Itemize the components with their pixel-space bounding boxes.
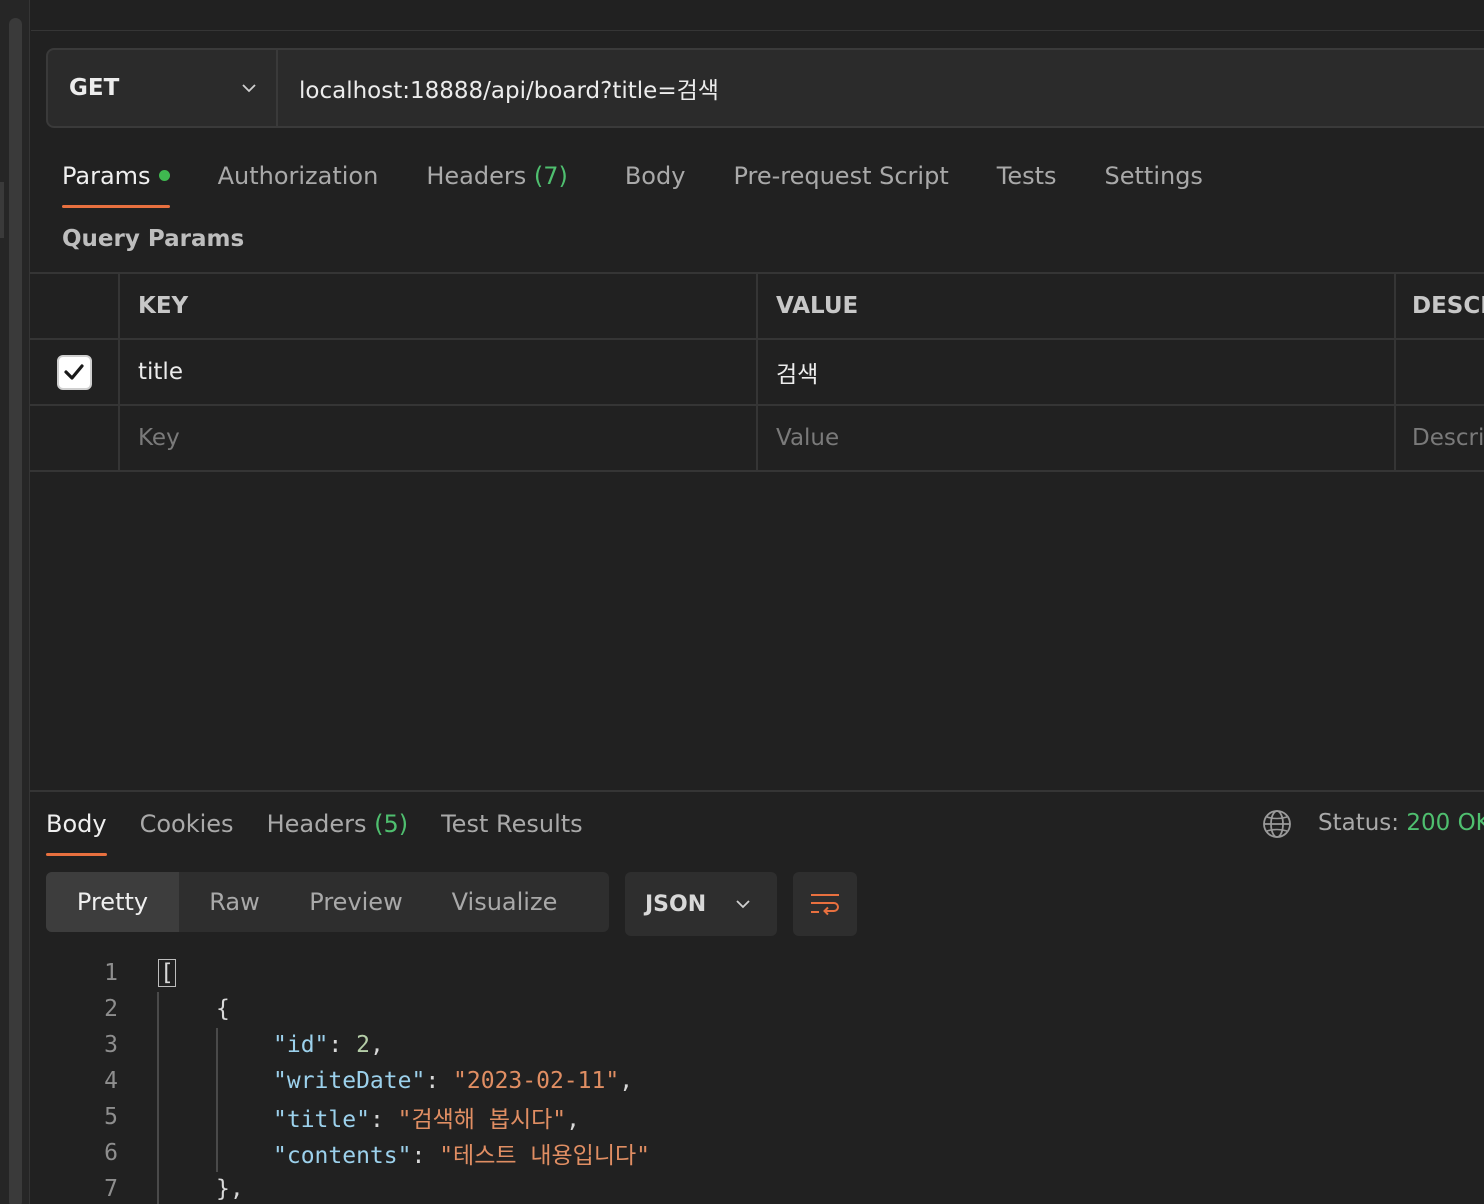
response-tab-headers-label: Headers bbox=[266, 810, 367, 838]
line-number: 3 bbox=[104, 1032, 118, 1058]
tab-headers[interactable]: Headers (7) bbox=[426, 158, 568, 210]
row-check-cell bbox=[30, 340, 120, 404]
request-bar: GET localhost:18888/api/board?title=검색 bbox=[46, 48, 1484, 128]
params-active-dot bbox=[158, 169, 170, 181]
request-tabs: Params Authorization Headers (7) Body Pr… bbox=[62, 158, 1251, 210]
response-tab-headers-count: (5) bbox=[374, 810, 409, 838]
tab-headers-label: Headers bbox=[426, 162, 527, 190]
line-number: 6 bbox=[104, 1140, 118, 1166]
line-number: 2 bbox=[104, 996, 118, 1022]
method-select[interactable]: GET bbox=[48, 50, 278, 126]
format-select[interactable]: JSON bbox=[625, 872, 777, 936]
code-line: 2 { bbox=[46, 991, 1466, 1027]
sidebar-resize-handle[interactable] bbox=[0, 182, 4, 238]
json-key: "contents" bbox=[273, 1143, 412, 1169]
response-tab-cookies-label: Cookies bbox=[139, 810, 234, 838]
code-brace-close: }, bbox=[216, 1176, 244, 1202]
chevron-down-icon bbox=[242, 84, 256, 93]
table-row-new: Key Value Descri bbox=[30, 406, 1484, 472]
header-check-cell bbox=[30, 274, 120, 338]
tab-tests[interactable]: Tests bbox=[997, 158, 1057, 210]
tab-pre-request-script[interactable]: Pre-request Script bbox=[733, 158, 948, 210]
tab-settings[interactable]: Settings bbox=[1105, 158, 1203, 210]
tab-body-label: Body bbox=[624, 162, 686, 190]
view-preview-button[interactable]: Preview bbox=[290, 872, 422, 932]
line-number: 7 bbox=[104, 1176, 118, 1202]
format-label: JSON bbox=[645, 891, 707, 917]
view-mode-selector: Pretty Raw Preview Visualize bbox=[46, 872, 609, 932]
tab-authorization-label: Authorization bbox=[217, 162, 379, 190]
globe-icon[interactable] bbox=[1261, 808, 1293, 840]
header-description: DESCR bbox=[1412, 293, 1484, 319]
response-tab-test-results-label: Test Results bbox=[441, 810, 583, 838]
code-line: 6 "contents": "테스트 내용입니다" bbox=[46, 1135, 1466, 1171]
response-tab-cookies[interactable]: Cookies bbox=[140, 806, 234, 856]
code-line: 5 "title": "검색해 봅시다", bbox=[46, 1099, 1466, 1135]
url-input[interactable]: localhost:18888/api/board?title=검색 bbox=[278, 50, 1484, 126]
param-value-cell[interactable]: 검색 bbox=[758, 340, 1396, 404]
tab-params[interactable]: Params bbox=[62, 158, 170, 210]
tab-tests-label: Tests bbox=[996, 162, 1057, 190]
header-key: KEY bbox=[120, 274, 758, 338]
json-number: 2 bbox=[356, 1032, 370, 1058]
tab-params-label: Params bbox=[62, 162, 151, 190]
sidebar-scrollbar[interactable] bbox=[9, 18, 22, 1204]
response-tab-headers[interactable]: Headers (5) bbox=[267, 806, 409, 856]
code-line: 4 "writeDate": "2023-02-11", bbox=[46, 1063, 1466, 1099]
response-divider[interactable] bbox=[30, 790, 1484, 792]
new-key-input[interactable]: Key bbox=[120, 406, 758, 470]
query-params-table: KEY VALUE DESCR title 검색 Key Value Descr… bbox=[30, 272, 1484, 472]
json-string: "검색해 봅시다" bbox=[397, 1107, 567, 1133]
new-description-input[interactable]: Descri bbox=[1396, 406, 1484, 470]
check-icon bbox=[64, 364, 84, 380]
tab-authorization[interactable]: Authorization bbox=[218, 158, 379, 210]
json-key: "writeDate" bbox=[273, 1068, 426, 1094]
code-brace-open: { bbox=[216, 996, 230, 1022]
line-number: 1 bbox=[104, 960, 118, 986]
method-label: GET bbox=[69, 75, 120, 101]
json-key: "id" bbox=[273, 1032, 329, 1058]
new-row-check-cell bbox=[30, 406, 120, 470]
wrap-lines-button[interactable] bbox=[793, 872, 857, 936]
new-value-input[interactable]: Value bbox=[758, 406, 1396, 470]
status-label: Status: bbox=[1318, 810, 1400, 836]
line-number: 4 bbox=[104, 1068, 118, 1094]
response-status: Status: 200 OK bbox=[1318, 810, 1484, 836]
tab-strip bbox=[31, 0, 1484, 31]
code-line: 3 "id": 2, bbox=[46, 1027, 1466, 1063]
table-header-row: KEY VALUE DESCR bbox=[30, 274, 1484, 340]
header-value: VALUE bbox=[758, 274, 1396, 338]
chevron-down-icon bbox=[736, 900, 750, 909]
view-visualize-button[interactable]: Visualize bbox=[422, 872, 587, 932]
param-enabled-checkbox[interactable] bbox=[56, 354, 92, 390]
response-tabs: Body Cookies Headers (5) Test Results bbox=[46, 806, 616, 856]
wrap-lines-icon bbox=[811, 894, 839, 916]
tab-settings-label: Settings bbox=[1104, 162, 1203, 190]
postman-window: GET localhost:18888/api/board?title=검색 P… bbox=[0, 0, 1484, 1204]
view-pretty-button[interactable]: Pretty bbox=[46, 872, 179, 932]
response-tab-body-label: Body bbox=[46, 810, 107, 838]
response-body-code[interactable]: 1 [ 2 { 3 "id": 2, 4 "writeDate": "2023-… bbox=[46, 955, 1466, 1204]
code-line: 7 }, bbox=[46, 1171, 1466, 1204]
json-string: "테스트 내용입니다" bbox=[439, 1143, 651, 1169]
tab-body[interactable]: Body bbox=[625, 158, 686, 210]
line-number: 5 bbox=[104, 1104, 118, 1130]
param-key-cell[interactable]: title bbox=[120, 340, 758, 404]
json-string: "2023-02-11" bbox=[453, 1068, 620, 1094]
response-tab-body[interactable]: Body bbox=[46, 806, 107, 856]
status-badge: 200 OK bbox=[1406, 810, 1484, 836]
param-description-cell[interactable] bbox=[1396, 340, 1484, 404]
table-row: title 검색 bbox=[30, 340, 1484, 406]
code-line: 1 [ bbox=[46, 955, 1466, 991]
query-params-title: Query Params bbox=[62, 226, 245, 252]
view-raw-button[interactable]: Raw bbox=[179, 872, 290, 932]
left-sidebar-gutter bbox=[0, 0, 30, 1204]
response-tab-test-results[interactable]: Test Results bbox=[441, 806, 583, 856]
tab-headers-count: (7) bbox=[533, 162, 568, 190]
code-bracket-open: [ bbox=[158, 959, 176, 987]
tab-pre-request-script-label: Pre-request Script bbox=[733, 162, 949, 190]
json-key: "title" bbox=[273, 1107, 370, 1133]
